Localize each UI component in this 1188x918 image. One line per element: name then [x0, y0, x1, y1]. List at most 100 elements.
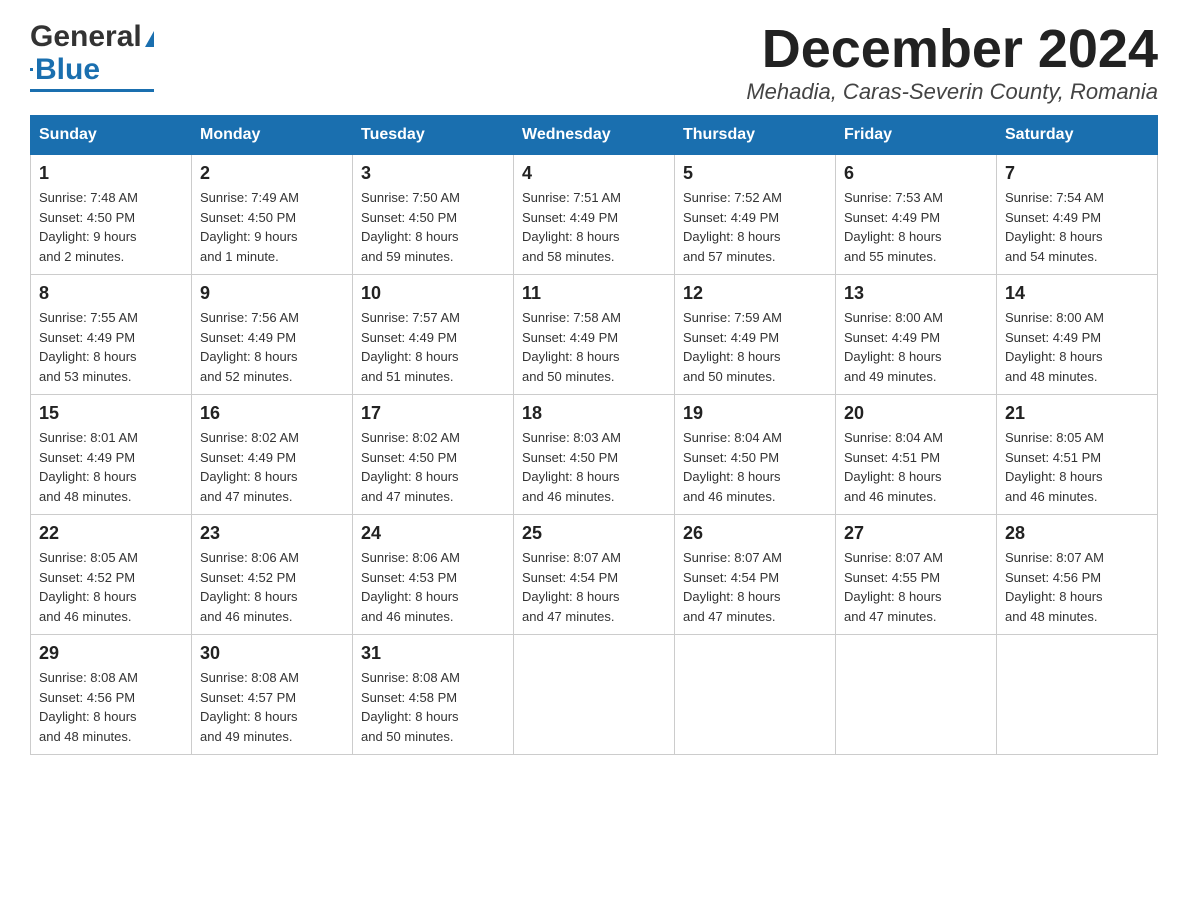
day-number: 25 — [522, 523, 666, 544]
day-number: 27 — [844, 523, 988, 544]
day-info: Sunrise: 8:08 AMSunset: 4:57 PMDaylight:… — [200, 668, 344, 746]
day-info: Sunrise: 8:01 AMSunset: 4:49 PMDaylight:… — [39, 428, 183, 506]
calendar-cell — [836, 635, 997, 755]
calendar-cell: 13 Sunrise: 8:00 AMSunset: 4:49 PMDaylig… — [836, 275, 997, 395]
logo-blue-text: Blue — [35, 53, 100, 86]
day-number: 15 — [39, 403, 183, 424]
weekday-header-sunday: Sunday — [31, 116, 192, 155]
logo-general-text: General — [30, 20, 142, 53]
calendar-cell: 5 Sunrise: 7:52 AMSunset: 4:49 PMDayligh… — [675, 155, 836, 275]
day-info: Sunrise: 7:59 AMSunset: 4:49 PMDaylight:… — [683, 308, 827, 386]
calendar-cell: 24 Sunrise: 8:06 AMSunset: 4:53 PMDaylig… — [353, 515, 514, 635]
day-info: Sunrise: 8:00 AMSunset: 4:49 PMDaylight:… — [844, 308, 988, 386]
day-number: 4 — [522, 163, 666, 184]
calendar-cell: 23 Sunrise: 8:06 AMSunset: 4:52 PMDaylig… — [192, 515, 353, 635]
calendar-cell: 26 Sunrise: 8:07 AMSunset: 4:54 PMDaylig… — [675, 515, 836, 635]
day-number: 16 — [200, 403, 344, 424]
weekday-header-thursday: Thursday — [675, 116, 836, 155]
calendar-cell: 16 Sunrise: 8:02 AMSunset: 4:49 PMDaylig… — [192, 395, 353, 515]
day-number: 31 — [361, 643, 505, 664]
day-info: Sunrise: 8:06 AMSunset: 4:52 PMDaylight:… — [200, 548, 344, 626]
day-info: Sunrise: 8:03 AMSunset: 4:50 PMDaylight:… — [522, 428, 666, 506]
page-header: General Blue December 2024 Mehadia, Cara… — [30, 20, 1158, 105]
weekday-header-row: SundayMondayTuesdayWednesdayThursdayFrid… — [31, 116, 1158, 155]
calendar-cell: 25 Sunrise: 8:07 AMSunset: 4:54 PMDaylig… — [514, 515, 675, 635]
day-number: 24 — [361, 523, 505, 544]
calendar-cell: 29 Sunrise: 8:08 AMSunset: 4:56 PMDaylig… — [31, 635, 192, 755]
calendar-cell: 28 Sunrise: 8:07 AMSunset: 4:56 PMDaylig… — [997, 515, 1158, 635]
location-title: Mehadia, Caras-Severin County, Romania — [746, 79, 1158, 105]
calendar-week-row: 29 Sunrise: 8:08 AMSunset: 4:56 PMDaylig… — [31, 635, 1158, 755]
day-info: Sunrise: 7:55 AMSunset: 4:49 PMDaylight:… — [39, 308, 183, 386]
calendar-cell: 9 Sunrise: 7:56 AMSunset: 4:49 PMDayligh… — [192, 275, 353, 395]
logo-underline — [30, 89, 154, 92]
weekday-header-monday: Monday — [192, 116, 353, 155]
calendar-week-row: 22 Sunrise: 8:05 AMSunset: 4:52 PMDaylig… — [31, 515, 1158, 635]
day-info: Sunrise: 8:04 AMSunset: 4:51 PMDaylight:… — [844, 428, 988, 506]
calendar-cell: 7 Sunrise: 7:54 AMSunset: 4:49 PMDayligh… — [997, 155, 1158, 275]
day-number: 12 — [683, 283, 827, 304]
day-number: 3 — [361, 163, 505, 184]
weekday-header-saturday: Saturday — [997, 116, 1158, 155]
calendar-cell: 1 Sunrise: 7:48 AMSunset: 4:50 PMDayligh… — [31, 155, 192, 275]
calendar-cell: 4 Sunrise: 7:51 AMSunset: 4:49 PMDayligh… — [514, 155, 675, 275]
day-number: 29 — [39, 643, 183, 664]
day-number: 1 — [39, 163, 183, 184]
calendar-cell: 6 Sunrise: 7:53 AMSunset: 4:49 PMDayligh… — [836, 155, 997, 275]
day-info: Sunrise: 8:00 AMSunset: 4:49 PMDaylight:… — [1005, 308, 1149, 386]
day-number: 17 — [361, 403, 505, 424]
calendar-cell: 21 Sunrise: 8:05 AMSunset: 4:51 PMDaylig… — [997, 395, 1158, 515]
calendar-week-row: 15 Sunrise: 8:01 AMSunset: 4:49 PMDaylig… — [31, 395, 1158, 515]
day-number: 23 — [200, 523, 344, 544]
day-info: Sunrise: 8:08 AMSunset: 4:58 PMDaylight:… — [361, 668, 505, 746]
calendar-cell: 8 Sunrise: 7:55 AMSunset: 4:49 PMDayligh… — [31, 275, 192, 395]
day-number: 2 — [200, 163, 344, 184]
day-number: 30 — [200, 643, 344, 664]
calendar-cell: 19 Sunrise: 8:04 AMSunset: 4:50 PMDaylig… — [675, 395, 836, 515]
day-number: 11 — [522, 283, 666, 304]
calendar-table: SundayMondayTuesdayWednesdayThursdayFrid… — [30, 115, 1158, 755]
day-info: Sunrise: 8:04 AMSunset: 4:50 PMDaylight:… — [683, 428, 827, 506]
calendar-cell: 20 Sunrise: 8:04 AMSunset: 4:51 PMDaylig… — [836, 395, 997, 515]
calendar-cell: 3 Sunrise: 7:50 AMSunset: 4:50 PMDayligh… — [353, 155, 514, 275]
day-info: Sunrise: 8:07 AMSunset: 4:56 PMDaylight:… — [1005, 548, 1149, 626]
calendar-week-row: 1 Sunrise: 7:48 AMSunset: 4:50 PMDayligh… — [31, 155, 1158, 275]
calendar-cell: 31 Sunrise: 8:08 AMSunset: 4:58 PMDaylig… — [353, 635, 514, 755]
day-number: 10 — [361, 283, 505, 304]
day-info: Sunrise: 7:49 AMSunset: 4:50 PMDaylight:… — [200, 188, 344, 266]
day-number: 5 — [683, 163, 827, 184]
calendar-cell: 18 Sunrise: 8:03 AMSunset: 4:50 PMDaylig… — [514, 395, 675, 515]
calendar-cell: 15 Sunrise: 8:01 AMSunset: 4:49 PMDaylig… — [31, 395, 192, 515]
day-number: 14 — [1005, 283, 1149, 304]
month-title: December 2024 — [746, 20, 1158, 79]
weekday-header-wednesday: Wednesday — [514, 116, 675, 155]
day-info: Sunrise: 7:58 AMSunset: 4:49 PMDaylight:… — [522, 308, 666, 386]
day-number: 19 — [683, 403, 827, 424]
calendar-week-row: 8 Sunrise: 7:55 AMSunset: 4:49 PMDayligh… — [31, 275, 1158, 395]
calendar-cell: 30 Sunrise: 8:08 AMSunset: 4:57 PMDaylig… — [192, 635, 353, 755]
weekday-header-friday: Friday — [836, 116, 997, 155]
title-block: December 2024 Mehadia, Caras-Severin Cou… — [746, 20, 1158, 105]
day-info: Sunrise: 7:52 AMSunset: 4:49 PMDaylight:… — [683, 188, 827, 266]
day-info: Sunrise: 8:08 AMSunset: 4:56 PMDaylight:… — [39, 668, 183, 746]
day-info: Sunrise: 7:48 AMSunset: 4:50 PMDaylight:… — [39, 188, 183, 266]
day-info: Sunrise: 7:54 AMSunset: 4:49 PMDaylight:… — [1005, 188, 1149, 266]
day-info: Sunrise: 7:56 AMSunset: 4:49 PMDaylight:… — [200, 308, 344, 386]
calendar-cell — [675, 635, 836, 755]
calendar-cell: 11 Sunrise: 7:58 AMSunset: 4:49 PMDaylig… — [514, 275, 675, 395]
day-number: 6 — [844, 163, 988, 184]
day-number: 13 — [844, 283, 988, 304]
day-info: Sunrise: 8:02 AMSunset: 4:49 PMDaylight:… — [200, 428, 344, 506]
calendar-cell: 2 Sunrise: 7:49 AMSunset: 4:50 PMDayligh… — [192, 155, 353, 275]
calendar-cell: 22 Sunrise: 8:05 AMSunset: 4:52 PMDaylig… — [31, 515, 192, 635]
calendar-cell — [514, 635, 675, 755]
calendar-cell: 10 Sunrise: 7:57 AMSunset: 4:49 PMDaylig… — [353, 275, 514, 395]
calendar-cell: 12 Sunrise: 7:59 AMSunset: 4:49 PMDaylig… — [675, 275, 836, 395]
day-number: 8 — [39, 283, 183, 304]
day-number: 21 — [1005, 403, 1149, 424]
day-info: Sunrise: 8:05 AMSunset: 4:52 PMDaylight:… — [39, 548, 183, 626]
day-info: Sunrise: 8:07 AMSunset: 4:54 PMDaylight:… — [683, 548, 827, 626]
calendar-cell: 17 Sunrise: 8:02 AMSunset: 4:50 PMDaylig… — [353, 395, 514, 515]
day-info: Sunrise: 8:07 AMSunset: 4:55 PMDaylight:… — [844, 548, 988, 626]
logo-triangle-icon — [145, 31, 154, 47]
